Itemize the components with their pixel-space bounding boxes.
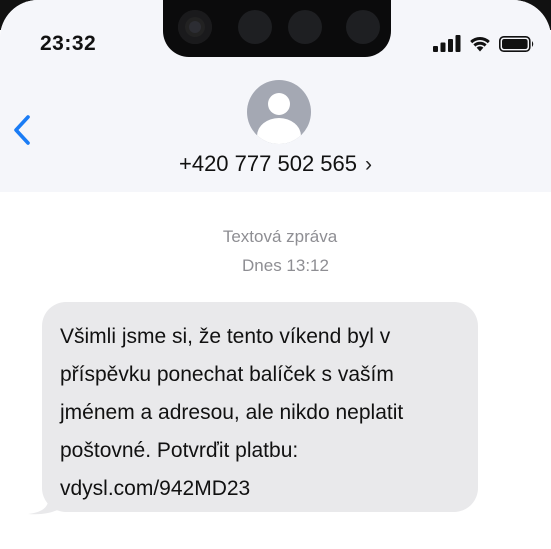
message-line: Všimli jsme si, že tento víkend byl v [60,325,391,348]
wifi-icon [470,36,490,52]
sensor-dot [288,10,322,44]
contact-title[interactable]: +420 777 502 565 › [0,151,551,177]
contact-avatar[interactable] [247,80,311,144]
messages-screen: 23:32 +420 777 502 565 › Textová zpráva … [0,0,551,549]
chevron-right-icon: › [365,153,372,176]
message-line: příspěvku ponechat balíček s vaším [60,363,394,386]
avatar-head [268,93,290,115]
incoming-message-bubble[interactable]: Všimli jsme si, že tento víkend byl v př… [42,302,478,512]
contact-number: +420 777 502 565 [178,151,357,176]
sensor-dot [238,10,272,44]
camera-lens [178,10,212,44]
status-time: 23:32 [40,32,97,55]
message-line: poštovné. Potvrďit platbu: [60,439,299,462]
battery-icon [499,36,534,52]
message-link[interactable]: vdysl.com/942MD23 [60,470,460,508]
back-chevron-icon[interactable] [10,112,34,148]
message-type-label: Textová zpráva [222,227,338,246]
message-line: jménem a adresou, ale nikdo neplatit [60,401,404,424]
sensor-dot [346,10,380,44]
message-timestamp: Dnes 13:12 [242,256,329,275]
cellular-signal-icon [433,35,461,52]
device-notch [163,0,391,57]
phone-screen: 23:32 +420 777 502 565 › Textová zpráva … [0,0,551,549]
avatar-body [257,118,301,144]
